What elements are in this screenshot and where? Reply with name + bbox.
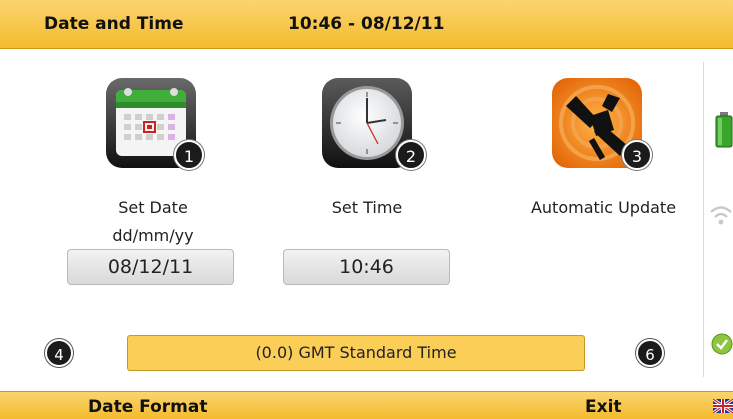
battery-icon	[715, 112, 733, 148]
clock-readout: 10:46 - 08/12/11	[288, 14, 445, 34]
set-date-label: Set Date	[118, 198, 188, 217]
date-format-hint: dd/mm/yy	[112, 226, 194, 245]
timezone-field[interactable]: (0.0) GMT Standard Time	[127, 335, 585, 371]
tile-2-badge: 2	[396, 140, 426, 170]
set-date-tile[interactable]: 1	[104, 76, 204, 170]
check-icon	[711, 333, 733, 355]
title-bar: Date and Time 10:46 - 08/12/11	[0, 0, 733, 49]
uk-flag-icon[interactable]	[713, 399, 733, 413]
wifi-icon	[710, 206, 732, 225]
tile-1-badge: 1	[174, 140, 204, 170]
automatic-update-label: Automatic Update	[530, 198, 677, 217]
tile-3-badge: 3	[622, 140, 652, 170]
status-divider	[703, 62, 704, 377]
exit-softkey[interactable]: Exit	[585, 397, 622, 417]
time-value-field[interactable]: 10:46	[283, 249, 450, 285]
option-6-button[interactable]: 6	[636, 339, 664, 367]
option-4-button[interactable]: 4	[45, 339, 73, 367]
page-title: Date and Time	[44, 14, 184, 34]
automatic-update-tile[interactable]: 3	[550, 76, 652, 170]
set-time-label: Set Time	[331, 198, 403, 217]
date-value-field[interactable]: 08/12/11	[67, 249, 234, 285]
softkey-bar: Date Format Exit	[0, 391, 733, 419]
date-format-softkey[interactable]: Date Format	[88, 397, 207, 417]
set-time-tile[interactable]: 2	[320, 76, 426, 170]
